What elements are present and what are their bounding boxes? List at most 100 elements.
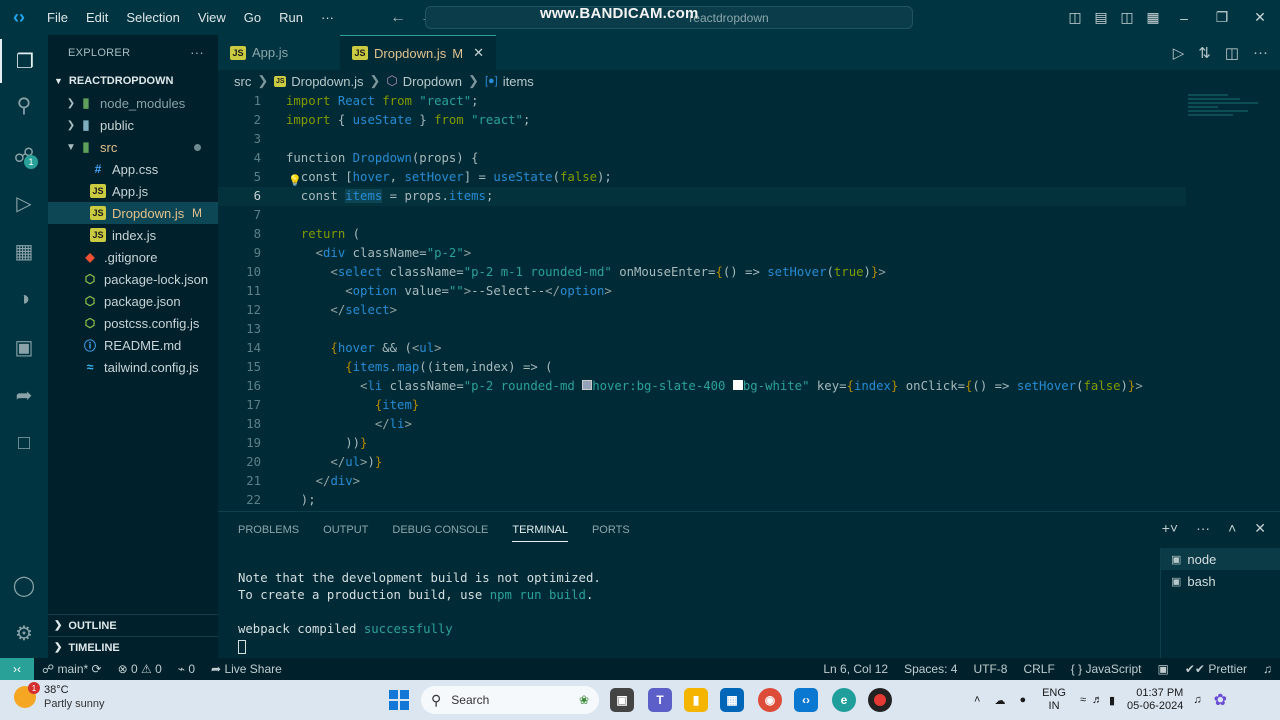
run-icon[interactable]: ▷ bbox=[1173, 44, 1185, 62]
open-changes-icon[interactable]: ⇅ bbox=[1198, 44, 1211, 62]
onedrive-icon[interactable]: ☁ bbox=[994, 694, 1005, 707]
menu-edit[interactable]: Edit bbox=[77, 0, 117, 35]
restore-icon[interactable]: ❐ bbox=[1210, 0, 1234, 35]
weather-widget[interactable]: 1 38°C Partly sunny bbox=[14, 682, 105, 711]
tree-item-app-js[interactable]: JS App.js bbox=[48, 180, 218, 202]
search-icon[interactable]: ⚲ bbox=[0, 83, 48, 127]
terminal-output[interactable]: Note that the development build is not o… bbox=[238, 570, 601, 655]
prettier-item[interactable]: ✔✔ Prettier bbox=[1177, 662, 1255, 676]
menu-run[interactable]: Run bbox=[270, 0, 312, 35]
chat-icon[interactable]: □ bbox=[0, 421, 48, 465]
end-of-line[interactable]: CRLF bbox=[1015, 662, 1062, 676]
indentation[interactable]: Spaces: 4 bbox=[896, 662, 965, 676]
tree-item-postcss[interactable]: ⬡ postcss.config.js bbox=[48, 312, 218, 334]
tree-item-index-js[interactable]: JS index.js bbox=[48, 224, 218, 246]
tree-item-package-json[interactable]: ⬡ package.json bbox=[48, 290, 218, 312]
timeline-section[interactable]: ❯ TIMELINE bbox=[48, 636, 218, 658]
breadcrumb-variable[interactable]: items bbox=[503, 74, 534, 89]
tree-item-public[interactable]: ❯ ▮ public bbox=[48, 114, 218, 136]
vscode-taskbar-icon[interactable]: ‹› bbox=[794, 688, 818, 712]
outline-section[interactable]: ❯ OUTLINE bbox=[48, 614, 218, 636]
tree-item-dropdown-js[interactable]: JS Dropdown.js M bbox=[48, 202, 218, 224]
more-actions-icon[interactable]: ··· bbox=[1253, 44, 1268, 61]
breadcrumb-file[interactable]: Dropdown.js bbox=[291, 74, 363, 89]
new-terminal-icon[interactable]: +˅ bbox=[1162, 520, 1178, 537]
customize-layout-icon[interactable]: ▦ bbox=[1142, 0, 1164, 35]
menu-more[interactable]: ··· bbox=[312, 0, 343, 35]
edge-icon[interactable]: e bbox=[832, 688, 856, 712]
tree-item-package-lock[interactable]: ⬡ package-lock.json bbox=[48, 268, 218, 290]
ports-item[interactable]: ⌁ 0 bbox=[170, 662, 203, 676]
tree-item-tailwind[interactable]: ≈ tailwind.config.js bbox=[48, 356, 218, 378]
terminal-item-bash[interactable]: ▣ bash bbox=[1161, 570, 1280, 592]
clock[interactable]: 01:37 PM 05-06-2024 bbox=[1127, 687, 1183, 713]
taskbar-search[interactable]: ⚲ Search ❀ bbox=[421, 686, 599, 714]
back-arrow-icon[interactable]: ← bbox=[383, 9, 413, 27]
code-editor[interactable]: 1 import React from "react"; 2 import { us… bbox=[218, 92, 1280, 511]
tab-problems[interactable]: PROBLEMS bbox=[238, 524, 299, 536]
store-icon[interactable]: ▦ bbox=[720, 688, 744, 712]
breadcrumb-symbol[interactable]: Dropdown bbox=[403, 74, 462, 89]
run-debug-icon[interactable]: ▷ bbox=[0, 181, 48, 225]
explorer-more-button[interactable]: ··· bbox=[190, 45, 204, 60]
tree-item-src[interactable]: ▼ ▮ src bbox=[48, 136, 218, 158]
sync-icon[interactable]: ⟳ bbox=[92, 662, 102, 676]
source-control-icon[interactable]: ☍ 1 bbox=[0, 133, 48, 177]
more-actions-icon[interactable]: ··· bbox=[1196, 520, 1210, 537]
toggle-secondary-sidebar-icon[interactable]: ◫ bbox=[1116, 0, 1138, 35]
language-mode[interactable]: { } JavaScript bbox=[1063, 662, 1150, 676]
menu-go[interactable]: Go bbox=[235, 0, 270, 35]
terminal-item-node[interactable]: ▣ node bbox=[1161, 548, 1280, 570]
menu-view[interactable]: View bbox=[189, 0, 235, 35]
close-panel-icon[interactable]: ✕ bbox=[1254, 520, 1266, 537]
accounts-icon[interactable]: ◯ bbox=[0, 563, 48, 607]
microphone-icon[interactable]: ● bbox=[1019, 694, 1026, 706]
tab-debug-console[interactable]: DEBUG CONSOLE bbox=[392, 524, 488, 536]
tree-item-node-modules[interactable]: ❯ ▮ node_modules bbox=[48, 92, 218, 114]
manage-gear-icon[interactable]: ⚙ bbox=[0, 611, 48, 655]
menu-selection[interactable]: Selection bbox=[117, 0, 188, 35]
windows-start-icon[interactable] bbox=[389, 690, 409, 710]
tab-output[interactable]: OUTPUT bbox=[323, 524, 368, 536]
tab-terminal[interactable]: TERMINAL bbox=[512, 524, 568, 542]
toggle-panel-icon[interactable]: ▤ bbox=[1090, 0, 1112, 35]
project-folder-header[interactable]: ▼ REACTDROPDOWN bbox=[48, 70, 218, 92]
copilot-icon[interactable]: ▣ bbox=[1150, 662, 1177, 676]
encoding[interactable]: UTF-8 bbox=[965, 662, 1015, 676]
tree-item-gitignore[interactable]: ◆ .gitignore bbox=[48, 246, 218, 268]
copilot-taskbar-icon[interactable]: ✿ bbox=[1214, 690, 1227, 710]
teams-icon[interactable]: T bbox=[648, 688, 672, 712]
breadcrumb-folder[interactable]: src bbox=[234, 74, 251, 89]
tree-item-readme[interactable]: ⓘ README.md bbox=[48, 334, 218, 356]
notifications-bell-icon[interactable]: ♫ bbox=[1255, 662, 1280, 676]
split-editor-icon[interactable]: ◫ bbox=[1225, 44, 1239, 62]
tree-item-app-css[interactable]: # App.css bbox=[48, 158, 218, 180]
bandicam-record-icon[interactable] bbox=[868, 688, 892, 712]
live-share-item[interactable]: ➦ Live Share bbox=[203, 662, 290, 676]
testing-icon[interactable]: ▣ bbox=[0, 325, 48, 369]
tab-ports[interactable]: PORTS bbox=[592, 524, 630, 536]
wifi-icon[interactable]: ≈ bbox=[1080, 694, 1086, 706]
close-window-icon[interactable]: ✕ bbox=[1248, 0, 1272, 35]
battery-icon[interactable]: ▮ bbox=[1109, 694, 1115, 707]
toggle-sidebar-icon[interactable]: ◫ bbox=[1064, 0, 1086, 35]
chrome-icon[interactable]: ◉ bbox=[758, 688, 782, 712]
branch-item[interactable]: ☍ main* ⟳ bbox=[34, 662, 110, 676]
volume-icon[interactable]: ♬ bbox=[1092, 694, 1103, 706]
extensions-icon[interactable]: ▦ bbox=[0, 229, 48, 273]
remote-explorer-icon[interactable]: ◑ bbox=[0, 277, 48, 321]
minimize-icon[interactable]: – bbox=[1172, 0, 1196, 35]
notification-bell-icon[interactable]: ♫ bbox=[1193, 694, 1201, 706]
tab-app-js[interactable]: JS App.js bbox=[218, 35, 340, 70]
cursor-position[interactable]: Ln 6, Col 12 bbox=[815, 662, 896, 676]
live-share-icon[interactable]: ➦ bbox=[0, 373, 48, 417]
remote-indicator-icon[interactable]: ›‹ bbox=[0, 658, 34, 680]
tab-dropdown-js[interactable]: JS Dropdown.js M ✕ bbox=[340, 35, 497, 70]
close-tab-icon[interactable]: ✕ bbox=[473, 45, 484, 61]
problems-item[interactable]: ⊗ 0 ⚠ 0 bbox=[110, 662, 170, 676]
task-view-icon[interactable]: ▣ bbox=[610, 688, 634, 712]
file-explorer-icon[interactable]: ▮ bbox=[684, 688, 708, 712]
explorer-icon[interactable]: ❐ bbox=[0, 39, 48, 83]
show-hidden-icons[interactable]: ˄ bbox=[974, 694, 980, 706]
minimap[interactable] bbox=[1188, 92, 1260, 132]
